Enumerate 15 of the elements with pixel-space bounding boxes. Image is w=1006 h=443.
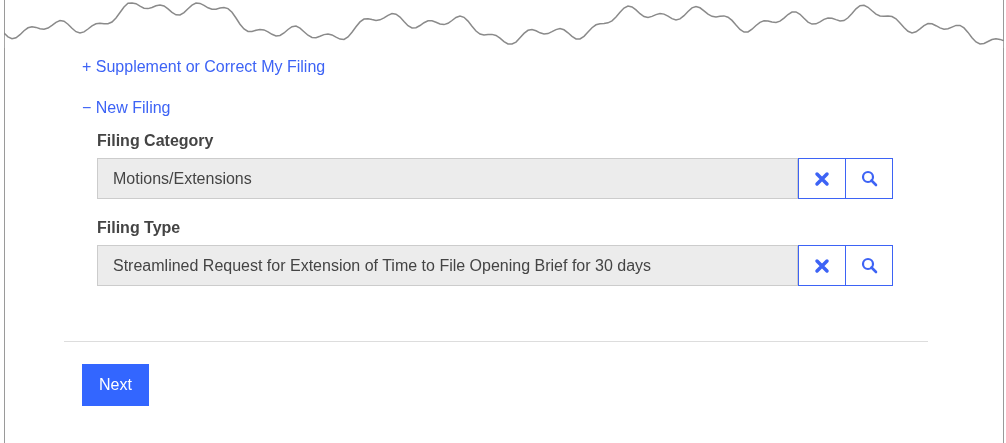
close-icon xyxy=(814,170,830,187)
clear-button[interactable] xyxy=(798,158,846,199)
section-toggle-link[interactable]: + Supplement or Correct My Filing xyxy=(82,56,326,78)
search-icon xyxy=(860,257,878,274)
search-button[interactable] xyxy=(846,245,893,286)
clear-button[interactable] xyxy=(798,245,846,286)
section-toggle-link[interactable]: − New Filing xyxy=(82,97,171,119)
search-button[interactable] xyxy=(846,158,893,199)
search-icon xyxy=(860,170,878,187)
input-field[interactable]: Motions/Extensions xyxy=(97,158,798,199)
next-button[interactable]: Next xyxy=(82,364,149,406)
field-label: Filing Type xyxy=(97,218,181,238)
field-label: Filing Category xyxy=(97,131,214,151)
input-field[interactable]: Streamlined Request for Extension of Time to File Opening Brief for 30 days xyxy=(97,245,798,286)
close-icon xyxy=(814,257,830,274)
